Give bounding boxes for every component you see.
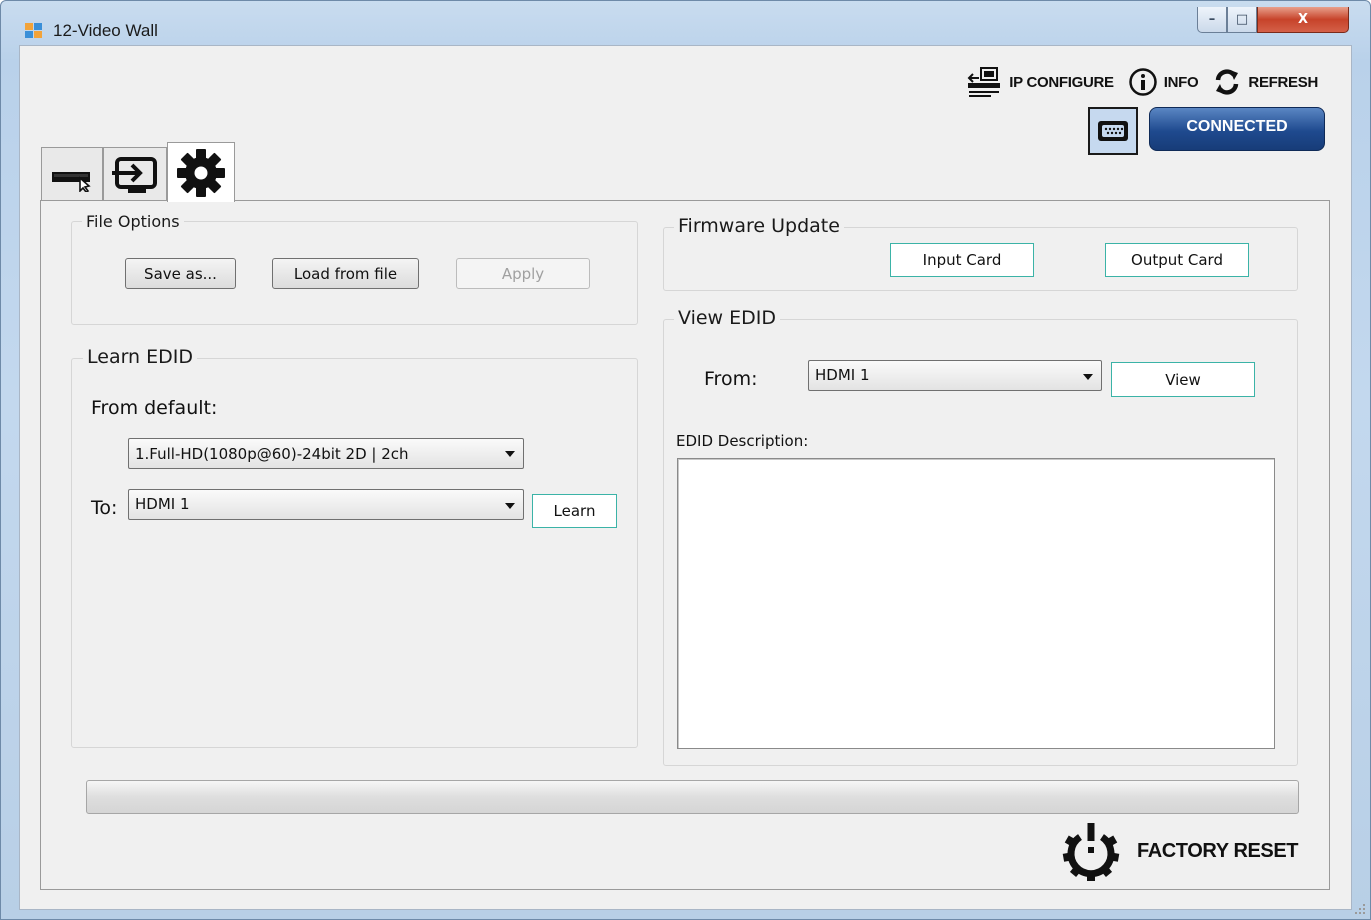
view-from-label: From: bbox=[704, 368, 758, 390]
info-icon bbox=[1129, 68, 1157, 96]
factory-reset-button[interactable]: FACTORY RESET bbox=[1059, 819, 1299, 883]
firmware-update-title: Firmware Update bbox=[674, 215, 844, 237]
refresh-icon bbox=[1216, 69, 1239, 95]
gear-icon bbox=[177, 148, 225, 197]
input-monitor-icon bbox=[112, 156, 157, 193]
power-gear-icon bbox=[1062, 823, 1120, 881]
chevron-down-icon bbox=[505, 503, 515, 509]
serial-port-button[interactable] bbox=[1088, 107, 1138, 155]
ip-configure-label: IP CONFIGURE bbox=[1009, 73, 1114, 91]
app-icon bbox=[25, 23, 43, 39]
network-config-icon bbox=[967, 67, 1001, 97]
resize-grip-icon[interactable] bbox=[1354, 903, 1366, 915]
window-title: 12-Video Wall bbox=[53, 21, 158, 40]
learn-button[interactable]: Learn bbox=[532, 494, 617, 528]
to-label: To: bbox=[91, 497, 118, 519]
learn-edid-title: Learn EDID bbox=[83, 346, 198, 368]
title-bar[interactable]: 12-Video Wall – □ X bbox=[1, 1, 1370, 51]
view-edid-title: View EDID bbox=[674, 307, 780, 329]
apply-button[interactable]: Apply bbox=[456, 258, 590, 289]
info-button[interactable]: INFO bbox=[1128, 67, 1199, 97]
minimize-button[interactable]: – bbox=[1197, 7, 1227, 33]
learn-target-value: HDMI 1 bbox=[135, 495, 190, 513]
edid-description-label: EDID Description: bbox=[676, 432, 809, 450]
output-card-button[interactable]: Output Card bbox=[1105, 243, 1249, 277]
default-edid-value: 1.Full-HD(1080p@60)-24bit 2D | 2ch bbox=[135, 444, 409, 463]
serial-port-icon bbox=[1098, 121, 1128, 141]
tab-settings[interactable] bbox=[167, 142, 235, 202]
progress-bar bbox=[86, 780, 1299, 814]
from-default-label: From default: bbox=[91, 397, 218, 419]
connected-button[interactable]: CONNECTED bbox=[1149, 107, 1325, 151]
tab-keyboard-mouse[interactable] bbox=[41, 147, 103, 201]
keyboard-mouse-icon bbox=[52, 171, 91, 192]
info-label: INFO bbox=[1163, 73, 1199, 91]
view-source-value: HDMI 1 bbox=[815, 366, 870, 384]
maximize-button[interactable]: □ bbox=[1227, 7, 1257, 33]
app-window: 12-Video Wall – □ X IP CONFIGURE INFO RE… bbox=[0, 0, 1371, 920]
close-button[interactable]: X bbox=[1257, 7, 1349, 33]
view-button[interactable]: View bbox=[1111, 362, 1255, 397]
refresh-button[interactable]: REFRESH bbox=[1212, 67, 1318, 97]
chevron-down-icon bbox=[505, 450, 515, 457]
ip-configure-button[interactable]: IP CONFIGURE bbox=[965, 66, 1114, 98]
learn-target-select[interactable]: HDMI 1 bbox=[128, 489, 524, 520]
file-options-title: File Options bbox=[82, 212, 184, 231]
default-edid-select[interactable]: 1.Full-HD(1080p@60)-24bit 2D | 2ch bbox=[128, 438, 524, 469]
save-as-button[interactable]: Save as... bbox=[125, 258, 236, 289]
factory-reset-label: FACTORY RESET bbox=[1137, 839, 1299, 862]
view-source-select[interactable]: HDMI 1 bbox=[808, 360, 1102, 391]
load-from-file-button[interactable]: Load from file bbox=[272, 258, 419, 289]
top-toolbar: IP CONFIGURE INFO REFRESH bbox=[951, 65, 1318, 99]
input-card-button[interactable]: Input Card bbox=[890, 243, 1034, 277]
edid-description-textarea[interactable] bbox=[677, 458, 1275, 749]
refresh-label: REFRESH bbox=[1248, 73, 1318, 91]
chevron-down-icon bbox=[1083, 374, 1093, 380]
tab-input-monitor[interactable] bbox=[103, 147, 167, 201]
